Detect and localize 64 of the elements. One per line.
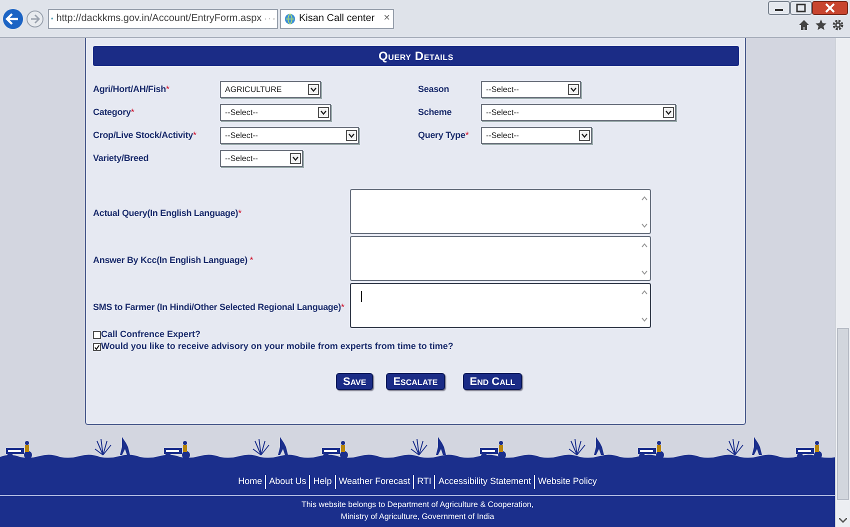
form-button[interactable]: End Call [462,373,522,390]
address-bar[interactable]: http://dackkms.gov.in/Account/EntryForm.aspx [48,8,278,28]
footer-link[interactable]: Weather Forecast [336,475,414,489]
star-icon[interactable] [815,19,827,31]
home-icon[interactable] [798,19,810,31]
chevron-down-icon [663,107,674,118]
dropdown[interactable]: --Select-- [481,104,676,121]
close-button[interactable] [812,1,848,15]
chevron-down-icon [308,84,319,95]
scroll-arrows-icon[interactable] [641,243,648,275]
scroll-arrows-icon[interactable] [641,196,648,228]
checkbox[interactable] [93,331,101,339]
back-icon[interactable] [2,8,24,30]
scrollbar-thumb[interactable] [837,328,849,500]
text-area[interactable] [350,283,651,328]
field-label: Season [418,83,450,96]
scrollbar[interactable] [835,38,850,527]
field-label: Variety/Breed [93,152,150,166]
footer-link[interactable]: Website Policy [534,475,600,489]
chevron-down-icon [568,84,579,95]
dropdown[interactable]: --Select-- [220,150,303,167]
footer-link[interactable]: Accessibility Statement [435,475,535,489]
form-button[interactable]: Escalate [386,373,445,390]
dropdown[interactable]: --Select-- [220,127,359,144]
field-label: Agri/Hort/AH/Fish* [93,83,170,96]
footer-link[interactable]: Home [235,475,266,489]
globe-icon [284,12,296,24]
scroll-arrows-icon[interactable] [641,290,648,322]
url-text: http://dackkms.gov.in/Account/EntryForm.aspx [56,12,262,26]
footer-link[interactable]: About Us [266,475,310,489]
footer-notice: This website belongs to Department of Agriculture & Cooperation, [301,499,534,511]
settings-icon[interactable] [832,19,844,31]
close-tab-button[interactable]: × [384,13,390,24]
checkbox-label: Call Confrence Expert? [101,328,201,342]
text-area[interactable] [350,189,651,234]
text-cursor [361,291,362,302]
field-label: Query Type* [418,129,470,142]
chevron-down-icon [318,107,329,118]
dropdown[interactable]: --Select-- [220,104,331,121]
footer-link[interactable]: RTI [414,475,436,489]
chevron-down-icon [346,130,357,141]
dropdown[interactable]: AGRICULTURE [220,81,321,98]
maximize-button[interactable] [790,1,812,15]
section-header: Query Details [93,46,739,66]
browser-tab[interactable]: Kisan Call center × [280,8,394,28]
text-area[interactable] [350,236,651,281]
field-label: Scheme [418,106,453,120]
field-label: Category* [93,106,136,120]
chevron-down-icon [579,130,590,141]
field-label: Actual Query(In English Language)* [93,208,242,218]
dropdown[interactable]: --Select-- [481,81,581,98]
form-button[interactable]: Save [336,373,374,390]
tab-title: Kisan Call center [299,12,376,26]
field-label: Answer By Kcc(In English Language) * [93,254,254,264]
field-label: SMS to Farmer (In Hindi/Other Selected Regional Language)* [93,302,344,312]
checkbox-label: Would you like to receive advisory on your mobile from experts from time to time? [101,340,454,354]
footer-notice: Ministry of Agriculture, Government of India [340,511,494,523]
field-label: Crop/Live Stock/Activity* [93,129,198,142]
checkbox[interactable] [93,343,101,351]
chevron-down-icon [290,153,301,164]
scroll-down-icon[interactable] [839,518,847,523]
minimize-button[interactable] [768,1,790,15]
footer-link[interactable]: Help [310,475,336,489]
dropdown[interactable]: --Select-- [481,127,592,144]
